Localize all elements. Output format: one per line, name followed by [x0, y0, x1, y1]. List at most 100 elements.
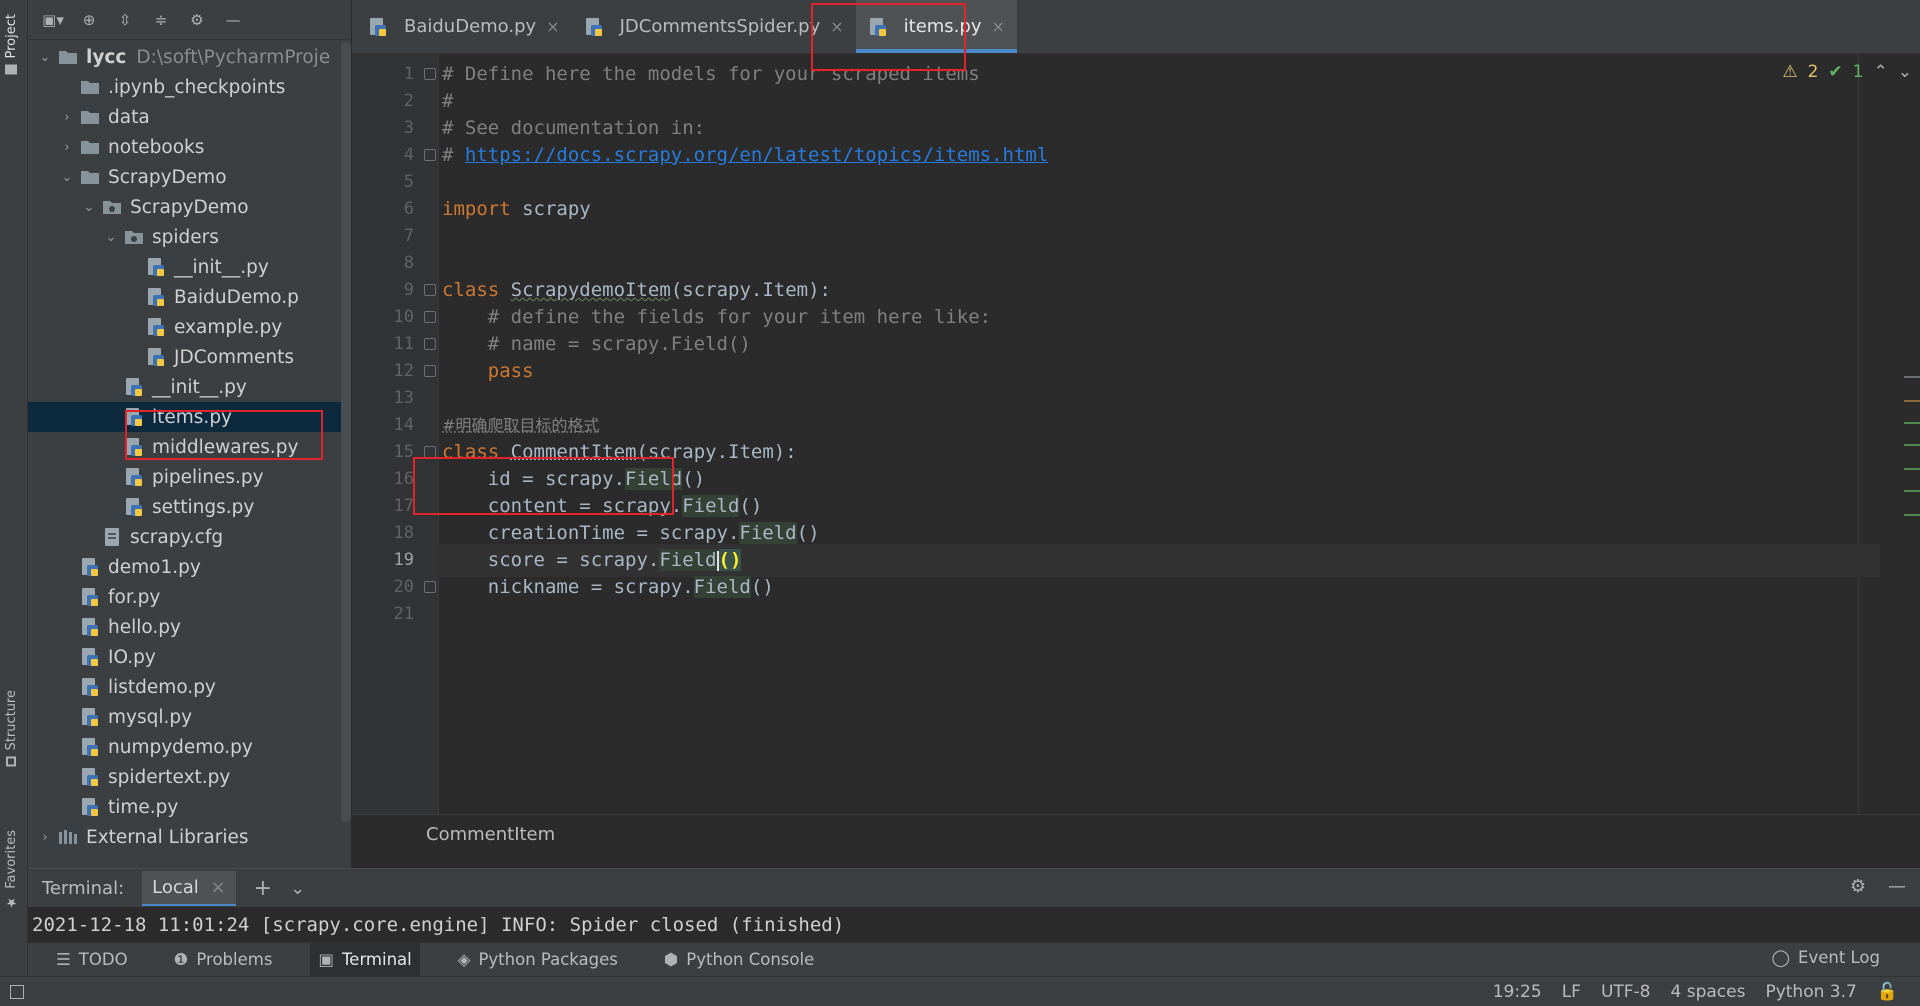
tree-item[interactable]: ⌄ ScrapyDemo — [28, 162, 351, 192]
tree-item[interactable]: › notebooks — [28, 132, 351, 162]
tree-item[interactable]: example.py — [28, 312, 351, 342]
package-icon — [102, 197, 122, 217]
code-line[interactable]: # https://docs.scrapy.org/en/latest/topi… — [442, 139, 1048, 172]
tree-item[interactable]: ⌄ spiders — [28, 222, 351, 252]
fold-marker-icon[interactable] — [424, 68, 436, 80]
fold-marker-icon[interactable] — [424, 581, 436, 593]
hide-icon[interactable]: — — [1888, 876, 1906, 897]
chevron-right-icon[interactable]: › — [36, 828, 54, 846]
tree-item[interactable]: ⌄ ScrapyDemo — [28, 192, 351, 222]
fold-marker-icon[interactable] — [424, 284, 436, 296]
code-line[interactable]: import scrapy — [442, 193, 591, 226]
project-tool-tab[interactable]: Project — [4, 14, 19, 75]
layout-icon[interactable] — [10, 984, 24, 999]
tool-window-button[interactable]: ☰ TODO — [48, 943, 136, 977]
code-area[interactable]: # Define here the models for your scrape… — [438, 54, 1880, 814]
terminal-tab-local[interactable]: Local × — [142, 870, 236, 906]
tool-window-button[interactable]: ❶ Problems — [166, 943, 281, 977]
fold-marker-icon[interactable] — [424, 311, 436, 323]
tool-window-button[interactable]: ▣ Terminal — [310, 942, 420, 977]
breadcrumb[interactable]: CommentItem — [352, 814, 1920, 868]
tool-window-button[interactable]: ⬢ Python Console — [656, 943, 822, 977]
tree-item[interactable]: time.py — [28, 792, 351, 822]
project-toolbar: ▣▾ ⊕ ⇳ ≑ ⚙ — — [28, 0, 351, 40]
editor-tab[interactable]: JDCommentsSpider.py × — [572, 0, 856, 53]
tree-item[interactable]: BaiduDemo.p — [28, 282, 351, 312]
breadcrumb-item[interactable]: CommentItem — [426, 824, 555, 845]
fold-marker-icon[interactable] — [424, 365, 436, 377]
structure-tool-tab[interactable]: Structure — [4, 690, 19, 767]
close-icon[interactable]: × — [211, 877, 226, 898]
collapse-all-icon[interactable]: ≑ — [150, 9, 172, 31]
locate-icon[interactable]: ⊕ — [78, 9, 100, 31]
editor-tab[interactable]: items.py × — [855, 0, 1018, 53]
file-encoding[interactable]: UTF-8 — [1601, 982, 1651, 1002]
chevron-down-icon[interactable]: ⌄ — [36, 48, 54, 66]
close-icon[interactable]: × — [546, 17, 559, 36]
editor-tab[interactable]: BaiduDemo.py × — [356, 0, 572, 53]
chevron-down-icon[interactable]: ⌄ — [102, 228, 120, 246]
project-scrollbar[interactable] — [341, 42, 351, 822]
fold-marker-icon[interactable] — [424, 338, 436, 350]
tree-item[interactable]: IO.py — [28, 642, 351, 672]
tree-item[interactable]: › External Libraries — [28, 822, 351, 852]
field-call: Field — [659, 549, 717, 571]
code-line[interactable]: # Define here the models for your scrape… — [442, 58, 980, 91]
code-line[interactable]: nickname = scrapy.Field() — [442, 571, 774, 604]
tree-item-label: hello.py — [108, 616, 181, 638]
tree-item[interactable]: spidertext.py — [28, 762, 351, 792]
tree-item[interactable]: JDComments — [28, 342, 351, 372]
tree-item[interactable]: mysql.py — [28, 702, 351, 732]
fold-marker-icon[interactable] — [424, 446, 436, 458]
terminal-output[interactable]: 2021-12-18 11:01:24 [scrapy.core.engine]… — [28, 907, 1920, 943]
chevron-right-icon[interactable]: › — [58, 108, 76, 126]
tree-item[interactable]: for.py — [28, 582, 351, 612]
indent-setting[interactable]: 4 spaces — [1671, 982, 1746, 1002]
tool-window-button[interactable]: ◈ Python Packages — [450, 943, 626, 977]
view-select-icon[interactable]: ▣▾ — [42, 9, 64, 31]
tree-item[interactable]: items.py — [28, 402, 351, 432]
doc-link[interactable]: https://docs.scrapy.org/en/latest/topics… — [465, 144, 1048, 166]
event-log-button[interactable]: ◯ Event Log — [1772, 948, 1880, 967]
chevron-down-icon[interactable]: ⌄ — [290, 878, 305, 899]
line-number: 11 — [393, 334, 414, 354]
tree-item[interactable]: demo1.py — [28, 552, 351, 582]
tree-item[interactable]: scrapy.cfg — [28, 522, 351, 552]
tree-item[interactable]: middlewares.py — [28, 432, 351, 462]
tree-item[interactable]: numpydemo.py — [28, 732, 351, 762]
python-interpreter[interactable]: Python 3.7 — [1765, 982, 1856, 1002]
tree-item[interactable]: __init__.py — [28, 372, 351, 402]
chevron-down-icon[interactable]: ⌄ — [58, 168, 76, 186]
terminal-header: Terminal: Local × + ⌄ — [28, 869, 1920, 907]
tree-item[interactable]: pipelines.py — [28, 462, 351, 492]
line-number: 16 — [393, 469, 414, 489]
error-stripe[interactable] — [1904, 90, 1920, 810]
fold-marker-icon[interactable] — [424, 149, 436, 161]
expand-all-icon[interactable]: ⇳ — [114, 9, 136, 31]
code-line[interactable]: pass — [442, 355, 534, 388]
caret-position[interactable]: 19:25 — [1493, 982, 1542, 1002]
inspection-widget[interactable]: ⚠ 2 ✔ 1 ⌃ ⌄ — [1782, 62, 1912, 82]
tree-item[interactable]: ⌄ lycc D:\soft\PycharmProje — [28, 42, 351, 72]
tree-item[interactable]: settings.py — [28, 492, 351, 522]
python-file-icon — [146, 347, 166, 367]
hide-icon[interactable]: — — [222, 9, 244, 31]
close-icon[interactable]: × — [830, 17, 843, 36]
chevron-down-icon[interactable]: ⌄ — [1898, 62, 1912, 82]
tree-item[interactable]: › data — [28, 102, 351, 132]
gear-icon[interactable]: ⚙ — [1850, 876, 1866, 897]
bell-icon: ◯ — [1771, 948, 1791, 967]
chevron-down-icon[interactable]: ⌄ — [80, 198, 98, 216]
tree-item[interactable]: .ipynb_checkpoints — [28, 72, 351, 102]
line-separator[interactable]: LF — [1562, 982, 1581, 1002]
add-icon[interactable]: + — [254, 876, 272, 901]
chevron-up-icon[interactable]: ⌃ — [1874, 62, 1888, 82]
gear-icon[interactable]: ⚙ — [186, 9, 208, 31]
chevron-right-icon[interactable]: › — [58, 138, 76, 156]
lock-icon[interactable]: 🔓 — [1877, 982, 1898, 1002]
tree-item[interactable]: listdemo.py — [28, 672, 351, 702]
tree-item[interactable]: __init__.py — [28, 252, 351, 282]
close-icon[interactable]: × — [992, 17, 1005, 36]
tree-item[interactable]: hello.py — [28, 612, 351, 642]
favorites-tool-tab[interactable]: ★ Favorites — [4, 830, 19, 910]
